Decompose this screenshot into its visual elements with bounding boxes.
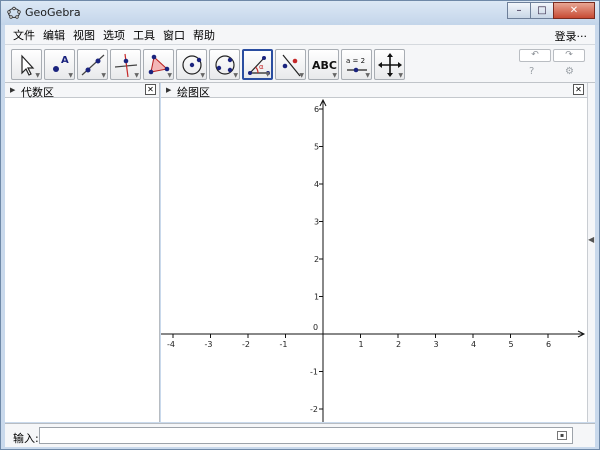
title-bar[interactable]: GeoGebra – □ ✕ xyxy=(1,1,599,25)
login-link[interactable]: 登录··· xyxy=(555,28,588,44)
expand-arrow-icon[interactable]: ◀ xyxy=(588,235,594,244)
command-input[interactable] xyxy=(39,427,573,444)
graphics-canvas[interactable]: -4 -3 -2 -1 0 1 2 3 4 5 6 6 5 4 3 2 1 -1 -2 xyxy=(161,98,587,422)
y-tick-label: 3 xyxy=(314,218,319,227)
y-tick-label: 2 xyxy=(314,255,319,264)
algebra-view-title: 代数区 xyxy=(21,86,54,99)
chevron-down-icon: ▼ xyxy=(332,72,337,79)
help-icon[interactable]: ? xyxy=(529,66,534,77)
y-tick-label: 6 xyxy=(314,105,319,114)
input-label: 输入: xyxy=(13,432,39,445)
keyboard-icon[interactable]: ▪ xyxy=(557,431,567,440)
chevron-down-icon: ▼ xyxy=(35,72,40,79)
chevron-down-icon: ▼ xyxy=(167,72,172,79)
algebra-close-icon[interactable]: ✕ xyxy=(145,84,156,95)
svg-text:α: α xyxy=(259,63,264,71)
text-tool-button[interactable]: ABC ▼ xyxy=(308,49,339,80)
maximize-button[interactable]: □ xyxy=(530,2,554,19)
x-tick-label: 0 xyxy=(313,323,318,332)
x-tick-label: 4 xyxy=(471,340,476,349)
menu-bar: 文件 编辑 视图 选项 工具 窗口 帮助 登录··· xyxy=(5,25,595,45)
y-tick-label: 4 xyxy=(314,180,319,189)
collapse-triangle-icon[interactable]: ▶ xyxy=(10,86,15,94)
circle-tool-button[interactable]: ▼ xyxy=(176,49,207,80)
collapse-triangle-icon[interactable]: ▶ xyxy=(166,86,171,94)
y-tick-label: -1 xyxy=(310,368,318,377)
menu-help[interactable]: 帮助 xyxy=(189,27,219,43)
minimize-button[interactable]: – xyxy=(507,2,531,19)
chevron-down-icon: ▼ xyxy=(365,72,370,79)
menu-view[interactable]: 视图 xyxy=(69,27,99,43)
input-bar: 输入: ▪ xyxy=(5,423,595,447)
x-tick-label: 1 xyxy=(359,340,364,349)
slider-tool-label: a = 2 xyxy=(346,57,365,65)
y-tick-label: 1 xyxy=(314,293,319,302)
algebra-view[interactable]: ▶ 代数区 ✕ xyxy=(5,83,160,422)
x-tick-label: -2 xyxy=(242,340,250,349)
point-tool-button[interactable]: A ▼ xyxy=(44,49,75,80)
menu-edit[interactable]: 编辑 xyxy=(39,27,69,43)
menu-window[interactable]: 窗口 xyxy=(159,27,189,43)
menu-tools[interactable]: 工具 xyxy=(129,27,159,43)
menu-file[interactable]: 文件 xyxy=(9,27,39,43)
view-splitter[interactable]: ◀ xyxy=(587,83,595,422)
x-tick-label: 5 xyxy=(509,340,514,349)
chevron-down-icon: ▼ xyxy=(101,72,106,79)
chevron-down-icon: ▼ xyxy=(200,72,205,79)
chevron-down-icon: ▼ xyxy=(233,72,238,79)
x-tick-label: 3 xyxy=(434,340,439,349)
graphics-view-header: ▶ 绘图区 ✕ xyxy=(161,83,587,99)
algebra-view-header: ▶ 代数区 ✕ xyxy=(5,83,159,99)
move-tool-button[interactable]: ▼ xyxy=(11,49,42,80)
ellipse-tool-button[interactable]: ▼ xyxy=(209,49,240,80)
menu-options[interactable]: 选项 xyxy=(99,27,129,43)
polygon-tool-button[interactable]: ▼ xyxy=(143,49,174,80)
slider-tool-button[interactable]: a = 2 ▼ xyxy=(341,49,372,80)
chevron-down-icon: ▼ xyxy=(299,72,304,79)
chevron-down-icon: ▼ xyxy=(134,72,139,79)
toolbar: ▼ A ▼ ▼ ▼ ▼ ▼ ▼ α ▼ ▼ ABC ▼ a = 2 ▼ ▼ ↶ … xyxy=(5,45,595,83)
y-tick-label: -2 xyxy=(310,405,318,414)
redo-button[interactable]: ↷ xyxy=(553,49,585,62)
graphics-close-icon[interactable]: ✕ xyxy=(573,84,584,95)
perpendicular-tool-button[interactable]: ▼ xyxy=(110,49,141,80)
x-tick-label: 6 xyxy=(546,340,551,349)
undo-redo-group: ↶ ↷ ? ⚙ xyxy=(517,48,587,80)
x-tick-label: 2 xyxy=(396,340,401,349)
y-axis-ticks: 6 5 4 3 2 1 -1 -2 xyxy=(310,105,323,414)
x-axis-ticks: -4 -3 -2 -1 0 1 2 3 4 5 6 xyxy=(167,323,551,349)
geogebra-logo-icon xyxy=(7,6,21,19)
chevron-down-icon: ▼ xyxy=(398,72,403,79)
close-button[interactable]: ✕ xyxy=(553,2,595,19)
window-controls: – □ ✕ xyxy=(507,2,595,20)
x-tick-label: -4 xyxy=(167,340,175,349)
app-window: GeoGebra – □ ✕ 文件 编辑 视图 选项 工具 窗口 帮助 登录··… xyxy=(0,0,600,450)
gear-icon[interactable]: ⚙ xyxy=(565,66,574,77)
reflect-tool-button[interactable]: ▼ xyxy=(275,49,306,80)
window-title: GeoGebra xyxy=(25,6,81,19)
angle-tool-button[interactable]: α ▼ xyxy=(242,49,273,80)
x-tick-label: -3 xyxy=(205,340,213,349)
x-tick-label: -1 xyxy=(280,340,288,349)
graphics-view[interactable]: ▶ 绘图区 ✕ -4 -3 -2 -1 0 1 2 3 4 5 6 6 5 4 3 2 1 -1 -2 xyxy=(161,83,587,422)
undo-button[interactable]: ↶ xyxy=(519,49,551,62)
svg-text:A: A xyxy=(61,55,69,66)
line-tool-button[interactable]: ▼ xyxy=(77,49,108,80)
text-tool-label: ABC xyxy=(312,59,337,72)
move-view-tool-button[interactable]: ▼ xyxy=(374,49,405,80)
chevron-down-icon: ▼ xyxy=(68,72,73,79)
chevron-down-icon: ▼ xyxy=(265,71,270,78)
y-tick-label: 5 xyxy=(314,143,319,152)
